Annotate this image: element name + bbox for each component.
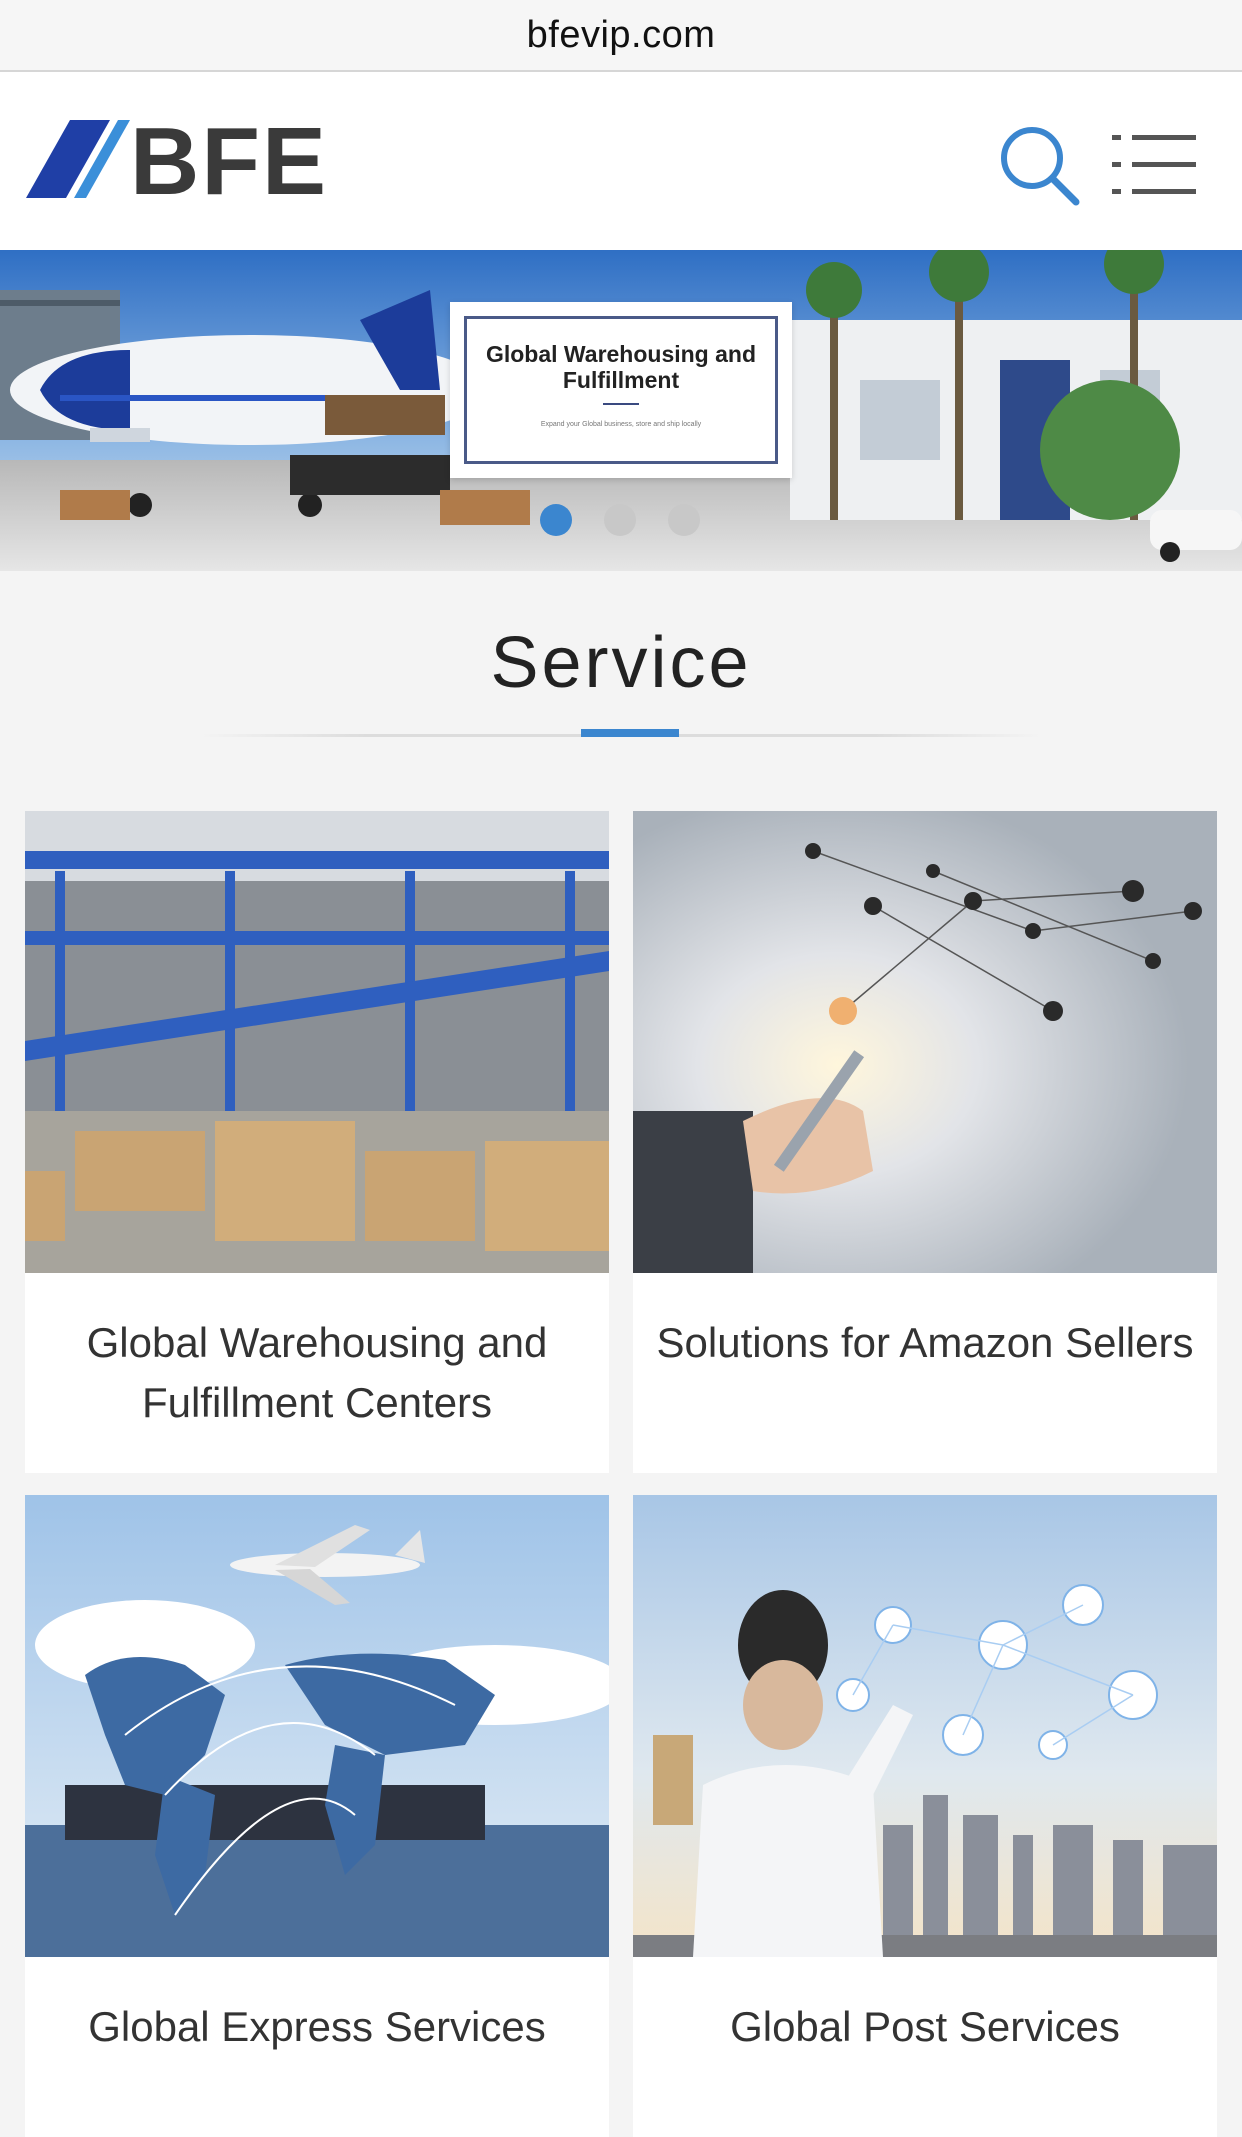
service-image-post [633, 1495, 1217, 1957]
service-label: Global Warehousing and Fulfillment Cente… [86, 1319, 548, 1426]
menu-icon [1112, 135, 1196, 194]
service-label: Global Express Services [88, 2003, 546, 2050]
section-accent-bar [581, 729, 679, 737]
carousel-dot-2[interactable] [604, 504, 636, 536]
hero-banner[interactable]: Global Warehousing and Fulfillment Expan… [0, 250, 1242, 571]
logo-text: BFE [130, 120, 328, 202]
search-icon [1001, 127, 1080, 206]
site-header: BFE [0, 72, 1242, 250]
service-card-amazon[interactable]: Solutions for Amazon Sellers [633, 811, 1217, 1473]
menu-button[interactable] [1112, 132, 1198, 198]
service-image-network [633, 811, 1217, 1273]
service-card-post[interactable]: Global Post Services [633, 1495, 1217, 2137]
service-card-warehousing[interactable]: Global Warehousing and Fulfillment Cente… [25, 811, 609, 1473]
browser-url-bar[interactable]: bfevip.com [0, 0, 1242, 72]
hero-title-underline [603, 403, 639, 405]
carousel-pagination [540, 504, 710, 536]
service-image-express [25, 1495, 609, 1957]
section-title: Service [490, 623, 752, 703]
service-image-warehouse [25, 811, 609, 1273]
service-label: Global Post Services [730, 2003, 1120, 2050]
hero-subtitle: Expand your Global business, store and s… [540, 421, 702, 428]
carousel-dot-1[interactable] [540, 504, 572, 536]
logo-graphic: BFE [26, 108, 328, 215]
hero-caption-card: Global Warehousing and Fulfillment Expan… [450, 302, 792, 478]
url-text: bfevip.com [526, 13, 716, 56]
search-button[interactable] [996, 122, 1082, 208]
carousel-dot-3[interactable] [668, 504, 700, 536]
service-label: Solutions for Amazon Sellers [656, 1319, 1194, 1366]
hero-caption-frame: Global Warehousing and Fulfillment Expan… [464, 316, 778, 464]
bfe-logo[interactable]: BFE [26, 108, 356, 215]
service-card-express[interactable]: Global Express Services [25, 1495, 609, 2137]
hero-title: Global Warehousing and Fulfillment [485, 341, 757, 393]
